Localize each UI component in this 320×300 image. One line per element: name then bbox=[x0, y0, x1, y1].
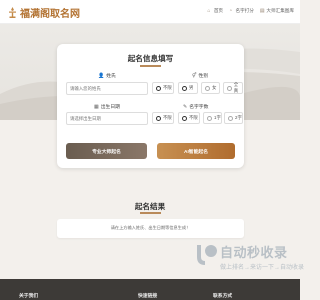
watermark-name: 自动秒收录 bbox=[220, 245, 288, 260]
length-option-label: 不限 bbox=[189, 115, 198, 120]
gender-option-female[interactable]: 女 bbox=[201, 82, 220, 94]
book-icon: ▤ bbox=[259, 7, 265, 14]
result-title-underline bbox=[140, 212, 161, 214]
name-length-label-text: 名字字数 bbox=[189, 105, 209, 110]
result-message: 请在上方输入姓氏、出生日期等信息生成！ bbox=[110, 225, 191, 230]
score-icon: ◔ bbox=[229, 7, 233, 14]
gender-option-male[interactable]: 男 bbox=[178, 82, 198, 94]
surname-input[interactable] bbox=[66, 82, 148, 95]
main-nav: ⌂ 首页 ◔ 名字打分 ▤ 大师汇集图库 bbox=[207, 8, 294, 14]
gender-option-both[interactable]: 全真 bbox=[223, 82, 243, 94]
surname-label: 👤 姓氏 bbox=[98, 72, 116, 80]
watermark-slogan: 做上排名→来访一下→自动收录 bbox=[220, 265, 305, 271]
length-option-2[interactable]: 2字 bbox=[224, 112, 243, 124]
length-option-any[interactable]: 不限 bbox=[178, 112, 200, 124]
name-length-label: ✎ 名字字数 bbox=[183, 103, 209, 111]
birth-option-label: 不限 bbox=[163, 115, 172, 120]
length-option-1[interactable]: 1字 bbox=[203, 112, 222, 124]
gender-label: ⚥ 性别 bbox=[192, 72, 209, 80]
pro-naming-button[interactable]: 专业大师起名 bbox=[66, 143, 147, 159]
site-logo[interactable]: 福满阁取名网 bbox=[8, 5, 80, 20]
nav-score[interactable]: ◔ 名字打分 bbox=[229, 8, 254, 14]
site-header: 福满阁取名网 ⌂ 首页 ◔ 名字打分 ▤ 大师汇集图库 bbox=[0, 0, 300, 24]
result-box: 请在上方输入姓氏、出生日期等信息生成！ bbox=[57, 219, 244, 238]
gender-icon: ⚥ bbox=[192, 72, 197, 79]
surname-option-unlimited[interactable]: 不限 bbox=[152, 82, 174, 94]
birth-date-input[interactable] bbox=[66, 112, 148, 125]
logo-icon bbox=[9, 6, 16, 18]
length-option-label: 2字 bbox=[235, 115, 242, 120]
calendar-icon: ▦ bbox=[94, 103, 99, 110]
radio-icon bbox=[207, 115, 212, 121]
gender-option-label: 男 bbox=[189, 85, 194, 90]
ai-naming-button[interactable]: AI智能起名 bbox=[157, 143, 235, 159]
text-icon: ✎ bbox=[183, 103, 188, 110]
radio-icon bbox=[156, 115, 161, 121]
length-option-label: 1字 bbox=[214, 115, 221, 120]
result-title: 起名结果 bbox=[134, 202, 166, 211]
nav-score-label: 名字打分 bbox=[235, 8, 254, 13]
nav-home[interactable]: ⌂ 首页 bbox=[207, 8, 223, 14]
gender-label-text: 性别 bbox=[198, 74, 209, 79]
site-name: 福满阁取名网 bbox=[20, 9, 80, 20]
radio-icon bbox=[156, 85, 161, 91]
watermark: 自动秒收录 做上排名→来访一下→自动收录 bbox=[193, 241, 304, 279]
home-icon: ⌂ bbox=[207, 7, 211, 14]
footer-links[interactable]: 快速链接 bbox=[138, 292, 157, 299]
naming-form-card: 起名信息填写 👤 姓氏 不限 ⚥ 性别 男 女 全真 ▦ 出生日期 不限 ✎ 名… bbox=[57, 44, 244, 168]
nav-gallery-label: 大师汇集图库 bbox=[266, 8, 294, 13]
radio-icon bbox=[205, 85, 210, 91]
nav-home-label: 首页 bbox=[213, 8, 224, 13]
birth-label-text: 出生日期 bbox=[100, 105, 120, 110]
radio-icon bbox=[228, 115, 233, 121]
surname-label-text: 姓氏 bbox=[106, 74, 116, 79]
gender-option-label: 女 bbox=[212, 85, 217, 90]
footer-contact[interactable]: 联系方式 bbox=[213, 292, 232, 299]
watermark-logo-icon bbox=[197, 245, 217, 265]
title-underline bbox=[140, 65, 161, 67]
footer-about[interactable]: 关于我们 bbox=[19, 292, 38, 299]
radio-icon bbox=[227, 85, 232, 91]
surname-option-label: 不限 bbox=[163, 85, 172, 90]
radio-icon bbox=[182, 115, 187, 121]
nav-gallery[interactable]: ▤ 大师汇集图库 bbox=[260, 8, 294, 14]
user-icon: 👤 bbox=[98, 72, 105, 79]
gender-option-label: 全真 bbox=[233, 82, 239, 93]
radio-icon bbox=[182, 85, 187, 91]
form-title: 起名信息填写 bbox=[127, 54, 174, 63]
birth-option-unlimited[interactable]: 不限 bbox=[152, 112, 174, 124]
birth-label: ▦ 出生日期 bbox=[94, 103, 120, 111]
